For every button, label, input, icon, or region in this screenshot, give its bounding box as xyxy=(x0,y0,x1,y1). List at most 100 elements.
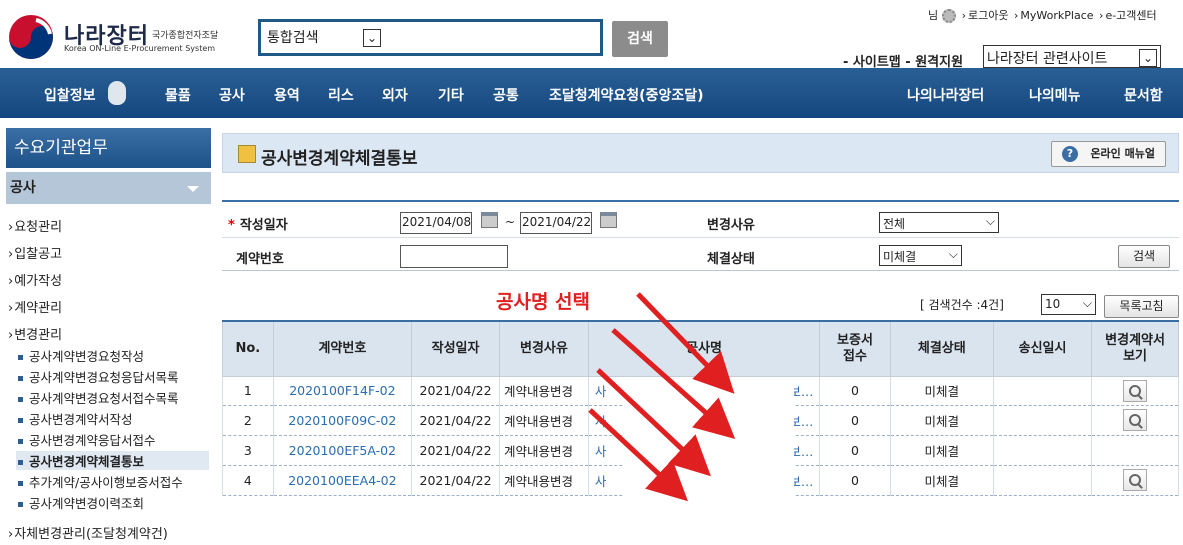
mouse-icon xyxy=(108,81,126,105)
search-scope-value: 통합검색 xyxy=(267,30,319,46)
row-sign-status: 미체결 xyxy=(889,435,994,466)
row-view-contract[interactable] xyxy=(1091,435,1179,466)
reason-select[interactable]: 전체 ⌵ xyxy=(879,212,999,233)
page-size-select[interactable]: 10 ⌵ xyxy=(1041,294,1096,315)
utility-links: 님 › 로그아웃 › MyWorkPlace › e-고객센터 xyxy=(928,9,1157,23)
row-bond-count: 0 xyxy=(819,405,891,436)
nav-document-box[interactable]: 문서함 xyxy=(1124,85,1163,105)
table-header-row: No. 계약번호 작성일자 변경사유 공사명 보증서 접수 체결상태 송신일시 … xyxy=(222,320,1179,377)
main-nav: 입찰정보 물품 공사 용역 리스 외자 기타 공통 조달청계약요청(중앙조달) … xyxy=(0,68,1183,118)
calendar-icon[interactable] xyxy=(600,212,617,228)
nav-bid-info[interactable]: 입찰정보 xyxy=(44,85,96,105)
sidebar-item-request[interactable]: 요청관리 xyxy=(8,216,62,235)
row-sign-status: 미체결 xyxy=(889,465,994,496)
row-contract-number-link[interactable]: 2020100F09C-02 xyxy=(272,405,413,436)
nav-my-narajangteo[interactable]: 나의나라장터 xyxy=(907,85,984,105)
logout-link[interactable]: 로그아웃 xyxy=(968,9,1008,22)
nav-foreign[interactable]: 외자 xyxy=(382,85,408,105)
row-no: 3 xyxy=(222,435,274,466)
annotation-label: 공사명 선택 xyxy=(496,291,591,313)
online-manual-button[interactable]: ? 온라인 매뉴얼 xyxy=(1051,141,1166,167)
integrated-search-box[interactable]: 통합검색 ⌄ xyxy=(258,19,603,56)
row-no: 2 xyxy=(222,405,274,436)
logo-subtitle-korean: 국가종합전자조달 xyxy=(152,31,219,41)
form-search-button[interactable]: 검색 xyxy=(1118,245,1170,268)
row-contract-number-link[interactable]: 2020100F14F-02 xyxy=(272,376,413,406)
customer-center-link[interactable]: e-고객센터 xyxy=(1105,9,1156,22)
gear-icon[interactable] xyxy=(942,9,957,23)
row-change-reason: 계약내용변경 xyxy=(498,465,589,496)
date-from-input[interactable]: 2021/04/08 xyxy=(400,212,472,234)
sidebar-subitem[interactable]: 추가계약/공사이행보증서접수 xyxy=(18,472,183,491)
date-to-input[interactable]: 2021/04/22 xyxy=(520,212,592,234)
sidebar-section-construction[interactable]: 공사 xyxy=(6,172,211,204)
row-sent-datetime xyxy=(992,405,1093,436)
nav-etc[interactable]: 기타 xyxy=(438,85,464,105)
row-sent-datetime xyxy=(992,435,1093,466)
chevron-down-icon: ⌵ xyxy=(985,214,995,228)
row-written-date: 2021/04/22 xyxy=(411,435,500,466)
row-view-contract[interactable] xyxy=(1091,376,1179,406)
row-bond-count: 0 xyxy=(819,465,891,496)
row-contract-number-link[interactable]: 2020100EEA4-02 xyxy=(272,465,413,496)
nav-lease[interactable]: 리스 xyxy=(328,85,354,105)
row-view-contract[interactable] xyxy=(1091,405,1179,436)
project-name-start: 사 xyxy=(594,413,607,429)
search-form: * 작성일자 2021/04/08 ~ 2021/04/22 변경사유 전체 ⌵ … xyxy=(222,200,1179,271)
col-sent-datetime: 송신일시 xyxy=(992,320,1093,377)
required-mark: * xyxy=(228,218,235,233)
nav-contract-request[interactable]: 조달청계약요청(중앙조달) xyxy=(549,85,703,105)
sidebar-item-estimate[interactable]: 예가작성 xyxy=(8,270,62,289)
refresh-list-button[interactable]: 목록고침 xyxy=(1104,295,1179,318)
search-scope-select[interactable]: 통합검색 ⌄ xyxy=(265,25,393,49)
row-written-date: 2021/04/22 xyxy=(411,376,500,406)
logo[interactable]: 나라장터 국가종합전자조달 Korea ON-Line E-Procuremen… xyxy=(6,12,246,62)
row-change-reason: 계약내용변경 xyxy=(498,435,589,466)
sidebar-subitem[interactable]: 공사변경계약응답서접수 xyxy=(18,430,156,449)
sidebar-subitem[interactable]: 공사계약변경이력조회 xyxy=(18,493,144,512)
chevron-down-icon: ⌵ xyxy=(1082,296,1092,310)
sidebar-item-bid-notice[interactable]: 입찰공고 xyxy=(8,243,62,262)
sidebar-subitem-active[interactable]: 공사변경계약체결통보 xyxy=(16,451,209,470)
magnifier-icon[interactable] xyxy=(1123,469,1148,491)
row-sign-status: 미체결 xyxy=(889,405,994,436)
date-separator: ~ xyxy=(505,215,516,229)
row-view-contract[interactable] xyxy=(1091,465,1179,496)
sidebar: 수요기관업무 공사 요청관리 입찰공고 예가작성 계약관리 변경관리 공사계약변… xyxy=(0,118,211,545)
project-name-start: 사 xyxy=(594,384,607,399)
memo-icon xyxy=(238,145,256,163)
calendar-icon[interactable] xyxy=(481,212,498,228)
date-label-text: 작성일자 xyxy=(239,218,288,233)
magnifier-icon[interactable] xyxy=(1123,379,1148,402)
sidebar-item-change[interactable]: 변경관리 xyxy=(8,324,62,343)
logo-subtitle-english: Korea ON-Line E-Procurement System xyxy=(64,44,216,53)
nav-my-menu[interactable]: 나의메뉴 xyxy=(1029,85,1081,105)
nav-common[interactable]: 공통 xyxy=(493,85,519,105)
status-label: 체결상태 xyxy=(707,252,755,267)
top-search-button[interactable]: 검색 xyxy=(612,21,668,57)
row-sent-datetime xyxy=(992,465,1093,496)
nav-construction[interactable]: 공사 xyxy=(219,85,245,105)
row-sent-datetime xyxy=(992,376,1093,406)
magnifier-icon[interactable] xyxy=(1123,409,1148,431)
sidebar-subitem[interactable]: 공사계약변경요청작성 xyxy=(18,346,144,365)
col-change-reason: 변경사유 xyxy=(498,320,589,377)
myworkplace-link[interactable]: MyWorkPlace xyxy=(1020,9,1093,22)
row-contract-number-link[interactable]: 2020100EF5A-02 xyxy=(272,435,413,466)
page-header: 공사변경계약체결통보 ? 온라인 매뉴얼 xyxy=(222,133,1179,173)
contract-number-input[interactable] xyxy=(400,245,508,268)
col-sign-status: 체결상태 xyxy=(889,320,994,377)
sidebar-subitem[interactable]: 공사계약변경요청응답서목록 xyxy=(18,367,179,386)
nav-service[interactable]: 용역 xyxy=(274,85,300,105)
related-sites-select[interactable]: 나라장터 관련사이트 ⌄ xyxy=(983,45,1161,68)
row-bond-count: 0 xyxy=(819,376,891,406)
sidebar-subitem[interactable]: 공사계약변경요청서접수목록 xyxy=(18,388,179,407)
triangle-down-icon xyxy=(187,186,199,192)
status-select-value: 미체결 xyxy=(883,250,917,264)
sidebar-subitem[interactable]: 공사변경계약서작성 xyxy=(18,409,133,428)
status-select[interactable]: 미체결 ⌵ xyxy=(879,245,962,266)
nav-goods[interactable]: 물품 xyxy=(165,85,191,105)
sidebar-item-self-change[interactable]: 자체변경관리(조달청계약건) xyxy=(8,523,168,542)
col-no: No. xyxy=(222,320,274,377)
sidebar-item-contract[interactable]: 계약관리 xyxy=(8,297,62,316)
